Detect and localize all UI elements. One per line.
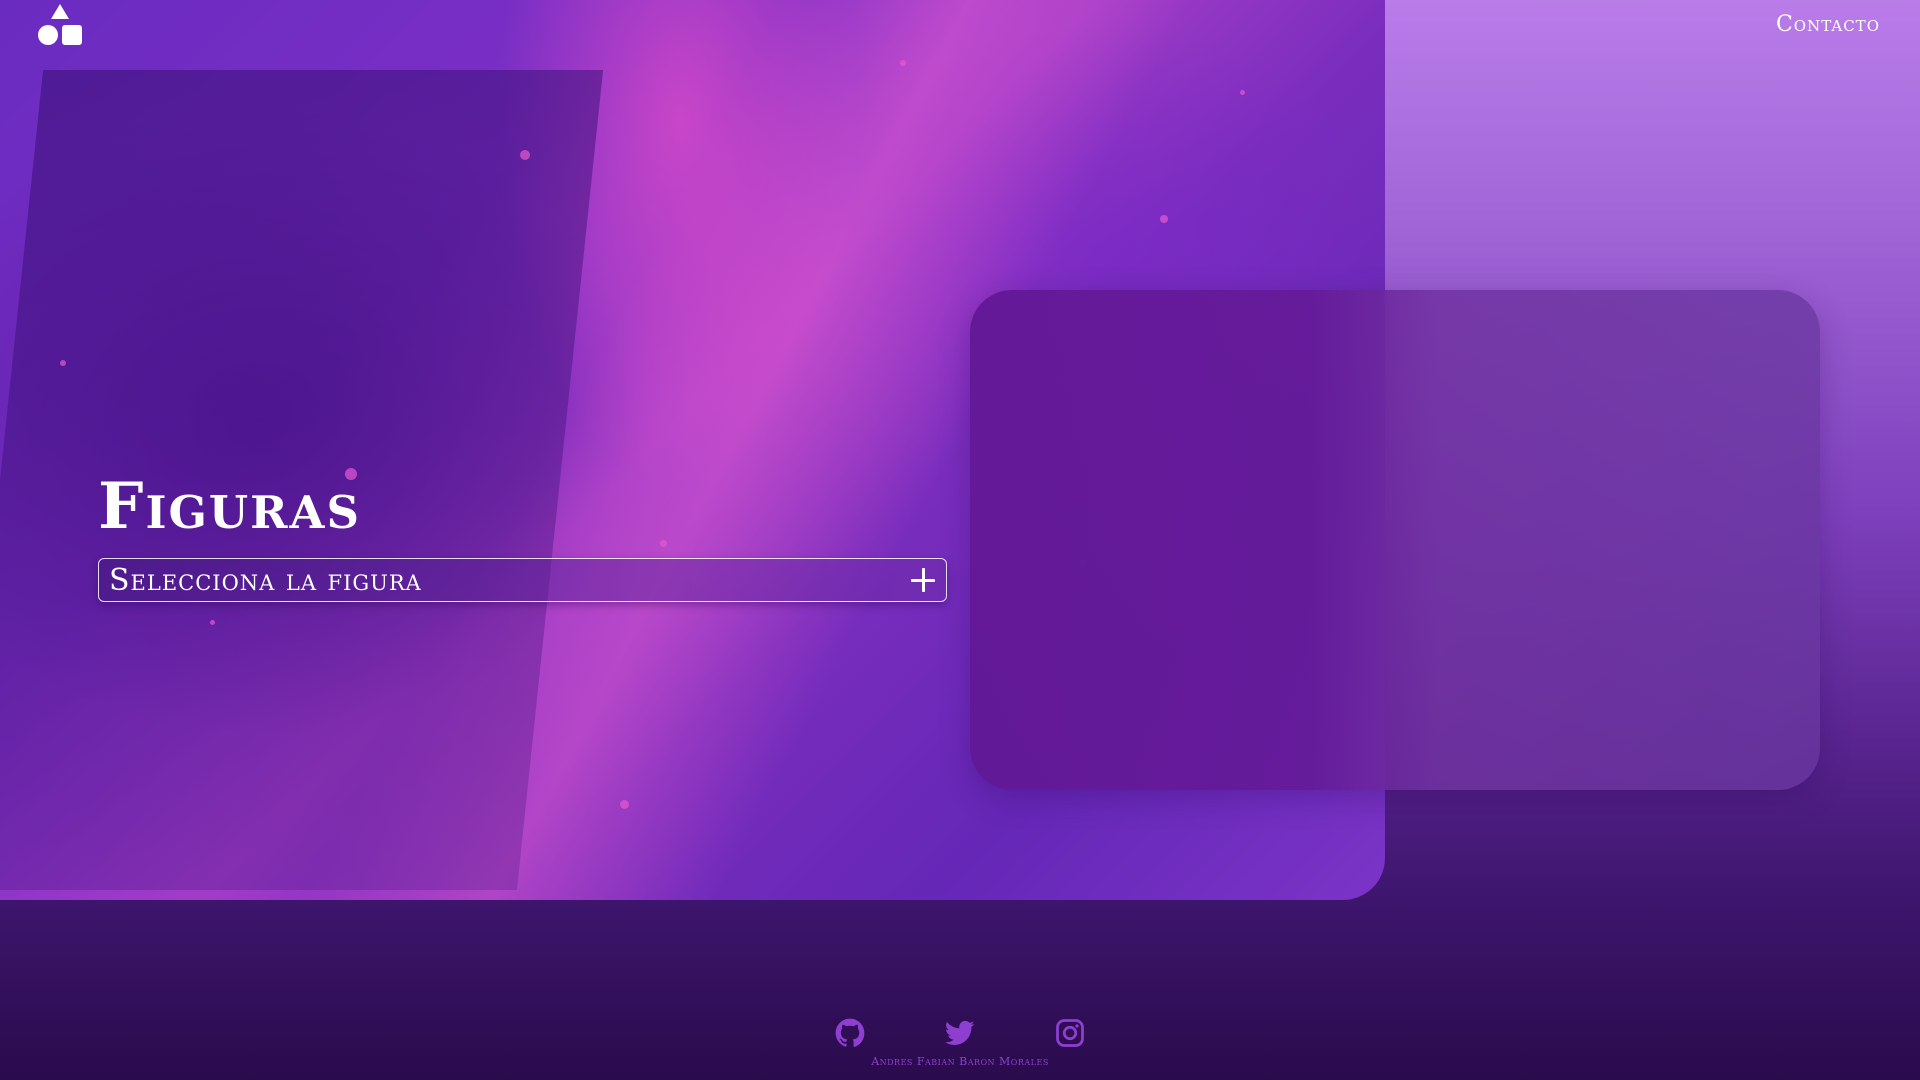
paint-speck xyxy=(900,60,906,66)
paint-speck xyxy=(60,360,66,366)
instagram-icon xyxy=(1056,1019,1084,1047)
github-link[interactable] xyxy=(835,1018,865,1048)
paint-speck xyxy=(660,540,667,547)
github-icon xyxy=(835,1018,865,1047)
twitter-icon xyxy=(945,1020,975,1045)
logo-link[interactable] xyxy=(38,4,82,46)
paint-speck xyxy=(620,800,629,809)
shape-display-card xyxy=(970,290,1820,790)
shape-selector-label: Selecciona la figura xyxy=(109,562,422,598)
shape-selector[interactable]: Selecciona la figura xyxy=(98,558,947,602)
paint-speck xyxy=(1240,90,1245,95)
paint-speck xyxy=(1160,215,1168,223)
social-links xyxy=(0,1018,1920,1048)
twitter-link[interactable] xyxy=(945,1018,975,1048)
page-title: Figuras xyxy=(98,469,361,544)
paint-speck xyxy=(520,150,530,160)
instagram-link[interactable] xyxy=(1055,1018,1085,1048)
plus-icon xyxy=(910,567,936,593)
footer-credit: Andres Fabian Baron Morales xyxy=(871,1055,1049,1068)
paint-speck xyxy=(210,620,215,625)
nav-contact-link[interactable]: Contacto xyxy=(1776,12,1880,37)
shapes-icon xyxy=(38,4,82,45)
